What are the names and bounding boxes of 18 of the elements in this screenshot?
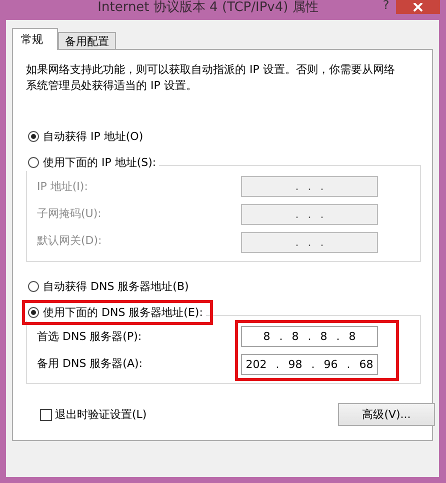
field-label: IP 地址(I): [37,179,89,195]
description-text: 如果网络支持此功能，则可以获取自动指派的 IP 设置。否则，你需要从网络系统管理员处获得适当的 IP 设置。 [26,62,396,94]
tab[interactable]: 常规 [12,28,58,50]
field-label: 备用 DNS 服务器(A): [37,356,144,372]
close-button[interactable] [396,0,440,14]
field-label: 首选 DNS 服务器(P): [37,329,143,345]
tab[interactable]: 备用配置 [58,32,116,49]
radio-option[interactable]: 使用下面的 DNS 服务器地址(E): [25,304,206,321]
validate-checkbox[interactable]: 退出时验证设置(L) [40,407,147,422]
window-title: Internet 协议版本 4 (TCP/IPv4) 属性 [96,0,320,16]
close-icon [413,2,423,12]
radio-option[interactable]: 使用下面的 IP 地址(S): [25,154,160,171]
address-field[interactable]: 8 . 8 . 8 . 8 [241,326,378,347]
checkbox-icon [40,408,52,420]
advanced-button[interactable]: 高级(V)... [338,403,435,426]
field-label: 默认网关(D): [37,233,103,249]
address-field[interactable]: 202 . 98 . 96 . 68 [241,354,378,375]
field-label: 子网掩码(U): [37,206,102,222]
